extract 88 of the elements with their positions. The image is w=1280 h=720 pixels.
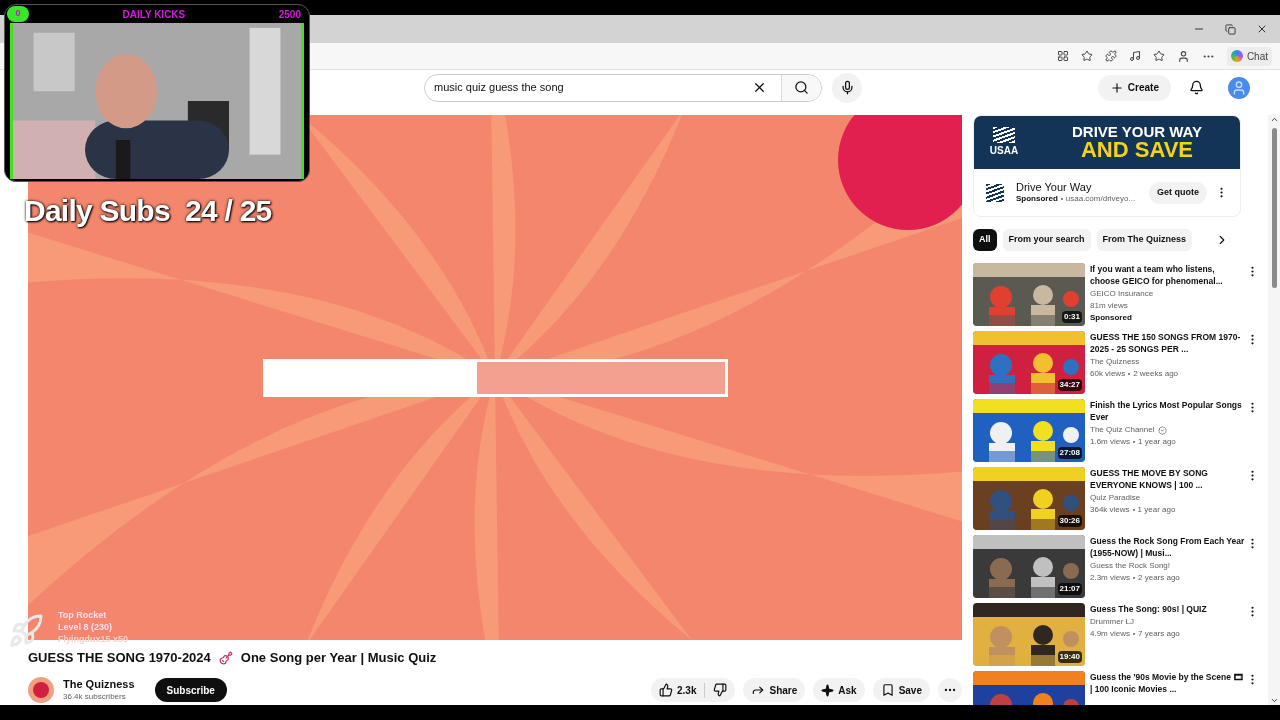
- kicks-counter: 0: [7, 6, 29, 22]
- view-count: 2.3m views: [1090, 572, 1130, 584]
- extensions-icon[interactable]: [1104, 50, 1117, 62]
- rocket-icon: [8, 613, 44, 649]
- filter-chip[interactable]: From The Quizness: [1096, 229, 1193, 251]
- channel-name[interactable]: The Quizness: [63, 678, 135, 692]
- ad-banner[interactable]: USAA DRIVE YOUR WAY AND SAVE: [974, 116, 1240, 169]
- video-title: GUESS THE SONG 1970-2024: [28, 649, 211, 668]
- channel-logo-icon: [33, 682, 49, 698]
- view-count: 60k views: [1090, 368, 1126, 380]
- duration-badge: 30:26: [1057, 515, 1082, 527]
- video-title: One Song per Year | Music Quiz: [240, 649, 437, 668]
- brand-logo: USAA: [989, 144, 1019, 158]
- scroll-up-icon[interactable]: [1269, 115, 1279, 124]
- scroll-down-icon[interactable]: [1269, 696, 1279, 705]
- search-text: music quiz guess the song: [434, 80, 565, 96]
- thumbs-down-icon: [713, 683, 728, 697]
- thumbs-up-icon: [659, 683, 673, 697]
- share-icon: [751, 683, 766, 697]
- upload-age: 2 years ago: [1138, 572, 1180, 584]
- favorite-icon[interactable]: [1080, 50, 1093, 62]
- more-actions-button[interactable]: [938, 678, 962, 702]
- plus-icon: [1109, 80, 1124, 95]
- alert-level: Level 8 (230): [58, 621, 114, 633]
- sponsored-label: Sponsored: [1016, 194, 1058, 205]
- subscriber-count: 36.4k subscribers: [63, 691, 127, 702]
- voice-search-button[interactable]: [832, 72, 862, 103]
- search-icon[interactable]: [794, 80, 809, 95]
- guitar-icon: [218, 651, 233, 665]
- filter-chip[interactable]: From your search: [1002, 229, 1091, 251]
- video-title[interactable]: Finish the Lyrics Most Popular Songs Ever: [1090, 399, 1246, 423]
- scrollbar[interactable]: [1268, 115, 1280, 705]
- view-count: 364k views: [1090, 504, 1130, 516]
- channel-name: Drummer LJ: [1090, 616, 1134, 628]
- notifications-icon[interactable]: [1189, 80, 1204, 95]
- copilot-icon: [1230, 50, 1243, 62]
- upload-age: 1 year ago: [1137, 504, 1176, 516]
- close-icon[interactable]: [1256, 23, 1268, 35]
- ad-title: Drive Your Way: [1016, 180, 1093, 195]
- channel-name: The Quizness: [1090, 356, 1140, 368]
- channel-name: GEICO Insurance: [1090, 288, 1154, 300]
- video-title[interactable]: GUESS THE 150 SONGS FROM 1970-2025 - 25 SONGS PER ...: [1090, 331, 1246, 355]
- alert-title: Top Rocket: [58, 609, 108, 621]
- sparkle-icon: [821, 683, 835, 697]
- filter-chip[interactable]: All: [973, 229, 997, 251]
- create-button[interactable]: Create: [1097, 74, 1171, 101]
- kicks-goal: 2500: [278, 7, 301, 22]
- video-title[interactable]: Guess The Song: 90s! | QUIZ: [1090, 603, 1246, 615]
- upload-age: 1 year ago: [1138, 436, 1176, 448]
- video-title[interactable]: GUESS THE MOVE BY SONG EVERYONE KNOWS | 100 ...: [1090, 467, 1246, 491]
- favorites-icon[interactable]: [1152, 50, 1165, 62]
- view-count: 4.9m views: [1090, 628, 1130, 640]
- channel-avatar[interactable]: [28, 677, 54, 703]
- ad-headline: AND SAVE: [1080, 139, 1194, 161]
- profile-icon[interactable]: [1176, 49, 1190, 63]
- avatar[interactable]: [1228, 76, 1250, 99]
- sponsored-label: Sponsored: [1090, 312, 1133, 324]
- chat-button[interactable]: Chat: [1226, 46, 1272, 66]
- like-button[interactable]: 2.3k: [651, 682, 706, 698]
- channel-name: Quiz Paradise: [1090, 492, 1141, 504]
- duration-badge: 34:27: [1057, 379, 1082, 391]
- save-button[interactable]: Save: [872, 678, 930, 702]
- video-title[interactable]: Guess the '90s Movie by the Scene 🎞 | 100 Iconic Movies ...: [1090, 671, 1246, 695]
- channel-name: Guess the Rock Song!: [1090, 560, 1171, 572]
- kicks-label: DAILY KICKS: [121, 7, 187, 22]
- share-button[interactable]: Share: [743, 678, 806, 702]
- ad-headline: DRIVE YOUR WAY: [1071, 124, 1202, 139]
- ask-button[interactable]: Ask: [813, 678, 865, 702]
- duration-badge: 19:40: [1057, 651, 1082, 663]
- duration-badge: 27:08: [1057, 447, 1082, 459]
- upload-age: 2 weeks ago: [1133, 368, 1179, 380]
- duration-badge: 21:07: [1057, 583, 1082, 595]
- upload-age: 7 years ago: [1138, 628, 1180, 640]
- video-title[interactable]: Guess the Rock Song From Each Year (1955-NOW) | Musi...: [1090, 535, 1246, 559]
- subscribe-button[interactable]: Subscribe: [154, 678, 227, 702]
- clear-icon[interactable]: [752, 80, 767, 95]
- user-icon: [1231, 79, 1247, 96]
- apps-icon[interactable]: [1056, 50, 1069, 62]
- view-count: 1.6m views: [1090, 436, 1130, 448]
- video-title[interactable]: If you want a team who listens, choose GEICO for phenomenal...: [1090, 263, 1246, 287]
- bookmark-icon: [880, 683, 895, 697]
- get-quote-button[interactable]: Get quote: [1149, 181, 1207, 204]
- view-count: 81m views: [1090, 300, 1128, 312]
- ad-url: usaa.com/driveyo...: [1065, 194, 1136, 205]
- restore-icon[interactable]: [1225, 23, 1236, 35]
- music-icon[interactable]: [1128, 50, 1141, 62]
- channel-name: The Quiz Channel: [1090, 424, 1155, 436]
- microphone-icon: [839, 80, 855, 95]
